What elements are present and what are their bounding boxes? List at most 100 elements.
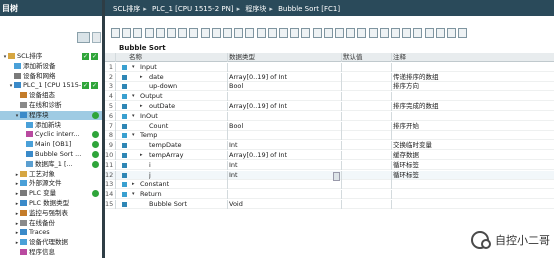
collapse-arrow-icon[interactable]: ▾: [132, 92, 135, 101]
monitor-icon[interactable]: [189, 28, 199, 38]
copy-values-icon[interactable]: [234, 28, 244, 38]
cell-comment[interactable]: 循环标签: [393, 161, 553, 170]
tree-item[interactable]: 数据库_1 [...: [0, 160, 102, 169]
table-row[interactable]: 8 ▾ Temp: [105, 131, 554, 141]
insert-row-icon[interactable]: [111, 28, 120, 38]
tree-item[interactable]: Main [OB1]: [0, 140, 102, 149]
tree-item[interactable]: ▸ PLC 变量: [0, 189, 102, 198]
cell-name[interactable]: Input: [140, 63, 226, 72]
cell-name[interactable]: Return: [140, 190, 226, 199]
tree-item[interactable]: ▸ 外部源文件: [0, 179, 102, 188]
column-name-header[interactable]: 名称: [129, 53, 142, 62]
table-row[interactable]: 6 ▾ InOut: [105, 111, 554, 121]
indent-icon[interactable]: [290, 28, 300, 38]
download-icon[interactable]: [391, 28, 400, 38]
add-row-icon[interactable]: [122, 28, 132, 38]
collapse-all-icon[interactable]: [178, 28, 188, 38]
cell-name[interactable]: outDate: [149, 102, 226, 111]
tree-item[interactable]: Bubble Sort ...: [0, 150, 102, 159]
load-start-values-icon[interactable]: [245, 28, 255, 38]
move-up-icon[interactable]: [144, 28, 154, 38]
tree-item[interactable]: 设备组态: [0, 91, 102, 100]
tree-item[interactable]: Cyclic interr...: [0, 130, 102, 139]
tree-item[interactable]: 添加新设备: [0, 62, 102, 71]
cell-comment[interactable]: 排序开始: [393, 122, 553, 131]
tree-collapse-icon[interactable]: [92, 32, 101, 43]
expand-arrow-icon[interactable]: ▸: [132, 180, 135, 189]
cell-name[interactable]: Count: [149, 122, 226, 131]
snapshot-icon[interactable]: [223, 28, 232, 38]
cell-name[interactable]: i: [149, 161, 226, 170]
table-row[interactable]: 11 i Int 循环标签: [105, 160, 554, 170]
table-row[interactable]: 9 tempDate Int 交换临时变量: [105, 141, 554, 151]
trace-icon[interactable]: [424, 28, 434, 38]
tree-item[interactable]: ▸ 工艺对象: [0, 170, 102, 179]
online-icon[interactable]: [435, 28, 445, 38]
table-row[interactable]: 3 up-down Bool 排序方向: [105, 82, 554, 92]
cell-comment[interactable]: 缓存数据: [393, 151, 553, 160]
tree-item[interactable]: 设备和网络: [0, 72, 102, 81]
tree-item[interactable]: ▸ PLC 数据类型: [0, 199, 102, 208]
column-comment-header[interactable]: 注释: [393, 53, 553, 62]
tree-item[interactable]: ▸ 设备代理数据: [0, 238, 102, 247]
table-row[interactable]: 4 ▾ Output: [105, 92, 554, 102]
column-default-header[interactable]: 默认值: [343, 53, 393, 62]
expand-arrow-icon[interactable]: ▸: [140, 102, 143, 111]
tree-item[interactable]: ▸ Traces: [0, 228, 102, 237]
breadcrumb-folder[interactable]: 程序块: [245, 5, 266, 13]
outdent-icon[interactable]: [301, 28, 311, 38]
cell-type[interactable]: Void: [229, 200, 315, 209]
breadcrumb-project[interactable]: SCL排序: [113, 5, 140, 13]
table-row[interactable]: 10 ▸ tempArray Array[0..19] of Int 缓存数据: [105, 151, 554, 160]
breadcrumb-device[interactable]: PLC_1 [CPU 1515-2 PN]: [152, 5, 234, 13]
cell-name[interactable]: Constant: [140, 180, 226, 189]
find-icon[interactable]: [312, 28, 322, 38]
bookmark-icon[interactable]: [335, 28, 344, 38]
table-row[interactable]: 13 ▸ Constant: [105, 180, 554, 190]
column-type-header[interactable]: 数据类型: [229, 53, 315, 62]
table-row[interactable]: 14 ▾ Return: [105, 190, 554, 200]
table-row[interactable]: 15 Bubble Sort Void: [105, 200, 554, 209]
collapse-arrow-icon[interactable]: ▾: [132, 112, 135, 121]
collapse-arrow-icon[interactable]: ▾: [132, 131, 135, 140]
tree-item[interactable]: 添加新块: [0, 121, 102, 130]
cell-comment[interactable]: 循环标签: [393, 171, 553, 180]
table-row[interactable]: 7 Count Bool 排序开始: [105, 121, 554, 131]
tree-item[interactable]: ▾ SCL排序 ✓ ✓: [0, 52, 102, 61]
table-row[interactable]: 5 ▸ outDate Array[0..19] of Int 排序完成的数组: [105, 102, 554, 111]
tree-item[interactable]: ▾ 程序块: [0, 110, 102, 120]
cell-name[interactable]: InOut: [140, 112, 226, 121]
tree-item[interactable]: 在线和诊断: [0, 101, 102, 110]
tree-view-toggle-icon[interactable]: [77, 32, 90, 43]
next-bookmark-icon[interactable]: [357, 28, 367, 38]
help-icon[interactable]: [458, 28, 468, 38]
cell-comment[interactable]: 排序方向: [393, 82, 553, 91]
cell-type[interactable]: Bool: [229, 82, 315, 91]
cell-name[interactable]: Bubble Sort: [149, 200, 226, 209]
collapse-arrow-icon[interactable]: ▾: [132, 190, 135, 199]
watch-icon[interactable]: [413, 28, 423, 38]
cell-comment[interactable]: 传递排序的数组: [393, 73, 553, 82]
collapse-arrow-icon[interactable]: ▾: [132, 63, 135, 72]
delete-icon[interactable]: [133, 28, 143, 38]
sort-icon[interactable]: [200, 28, 210, 38]
cell-type[interactable]: Int: [229, 171, 315, 180]
clear-bookmarks-icon[interactable]: [368, 28, 378, 38]
cell-name[interactable]: Temp: [140, 131, 226, 140]
network-view-icon[interactable]: [379, 28, 389, 38]
table-row[interactable]: 1 ▾ Input: [105, 62, 554, 72]
cell-comment[interactable]: 交换临时变量: [393, 141, 553, 150]
comment-icon[interactable]: [267, 28, 277, 38]
compare-icon[interactable]: [211, 28, 221, 38]
tree-item[interactable]: ▸ 在线备份: [0, 219, 102, 228]
initialize-icon[interactable]: [256, 28, 266, 38]
cell-type[interactable]: Array[0..19] of Int: [229, 73, 315, 82]
cell-type[interactable]: Array[0..19] of Int: [229, 102, 315, 111]
table-row[interactable]: 12 j Int 循环标签: [105, 170, 554, 180]
tree-item[interactable]: ▸ 监控与强制表: [0, 209, 102, 218]
cell-type[interactable]: Bool: [229, 122, 315, 131]
expand-all-icon[interactable]: [167, 28, 176, 38]
monitor-on-icon[interactable]: [402, 28, 412, 38]
expand-arrow-icon[interactable]: ▸: [140, 151, 143, 160]
settings-icon[interactable]: [447, 28, 456, 38]
